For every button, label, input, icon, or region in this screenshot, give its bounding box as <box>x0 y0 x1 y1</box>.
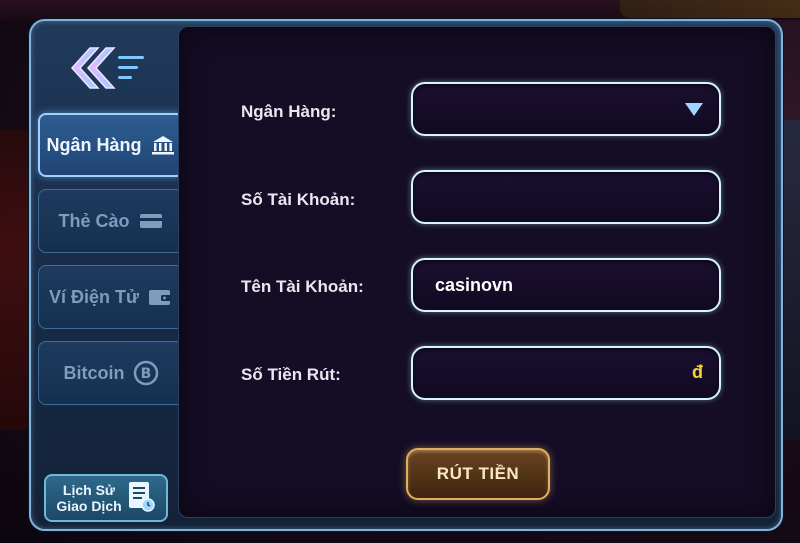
history-line-2: Giao Dịch <box>56 498 122 514</box>
card-icon <box>138 210 164 232</box>
account-name-label: Tên Tài Khoản: <box>241 277 364 296</box>
bitcoin-icon: B <box>133 360 159 386</box>
tab-the-cao[interactable]: Thẻ Cào <box>38 189 184 253</box>
account-number-input[interactable] <box>435 186 697 208</box>
history-line-1: Lịch Sử <box>62 482 116 498</box>
currency-symbol: đ <box>692 362 703 382</box>
tab-label: Bitcoin <box>63 362 125 383</box>
transaction-history-button[interactable]: Lịch Sử Giao Dịch <box>44 474 168 522</box>
account-name-input[interactable] <box>435 274 697 296</box>
dropdown-arrow-icon <box>685 103 703 116</box>
account-number-field[interactable] <box>411 170 721 224</box>
amount-input[interactable] <box>435 362 697 384</box>
amount-field[interactable]: đ <box>411 346 721 400</box>
back-button[interactable] <box>68 42 152 94</box>
tab-vi-dien-tu[interactable]: Ví Điện Tử <box>38 265 184 329</box>
wallet-icon <box>147 286 173 308</box>
svg-text:B: B <box>140 366 151 382</box>
withdraw-submit-button[interactable]: RÚT TIỀN <box>406 448 550 500</box>
receipt-icon <box>126 480 156 517</box>
account-number-label: Số Tài Khoản: <box>241 190 356 209</box>
amount-label: Số Tiền Rút: <box>241 365 341 384</box>
tab-bitcoin[interactable]: Bitcoin B <box>38 341 184 405</box>
bank-label: Ngân Hàng: <box>241 102 337 121</box>
back-chevron-icon <box>70 47 144 89</box>
tab-label: Ngân Hàng <box>46 134 142 155</box>
bank-select[interactable] <box>411 82 721 136</box>
tab-ngan-hang[interactable]: Ngân Hàng <box>38 113 184 177</box>
account-name-field[interactable] <box>411 258 721 312</box>
bank-icon <box>150 134 176 156</box>
history-label: Lịch Sử Giao Dịch <box>56 482 121 514</box>
background-banner <box>620 0 800 18</box>
tab-label: Ví Điện Tử <box>48 286 140 307</box>
background-left <box>0 130 30 430</box>
tab-label: Thẻ Cào <box>58 210 130 231</box>
